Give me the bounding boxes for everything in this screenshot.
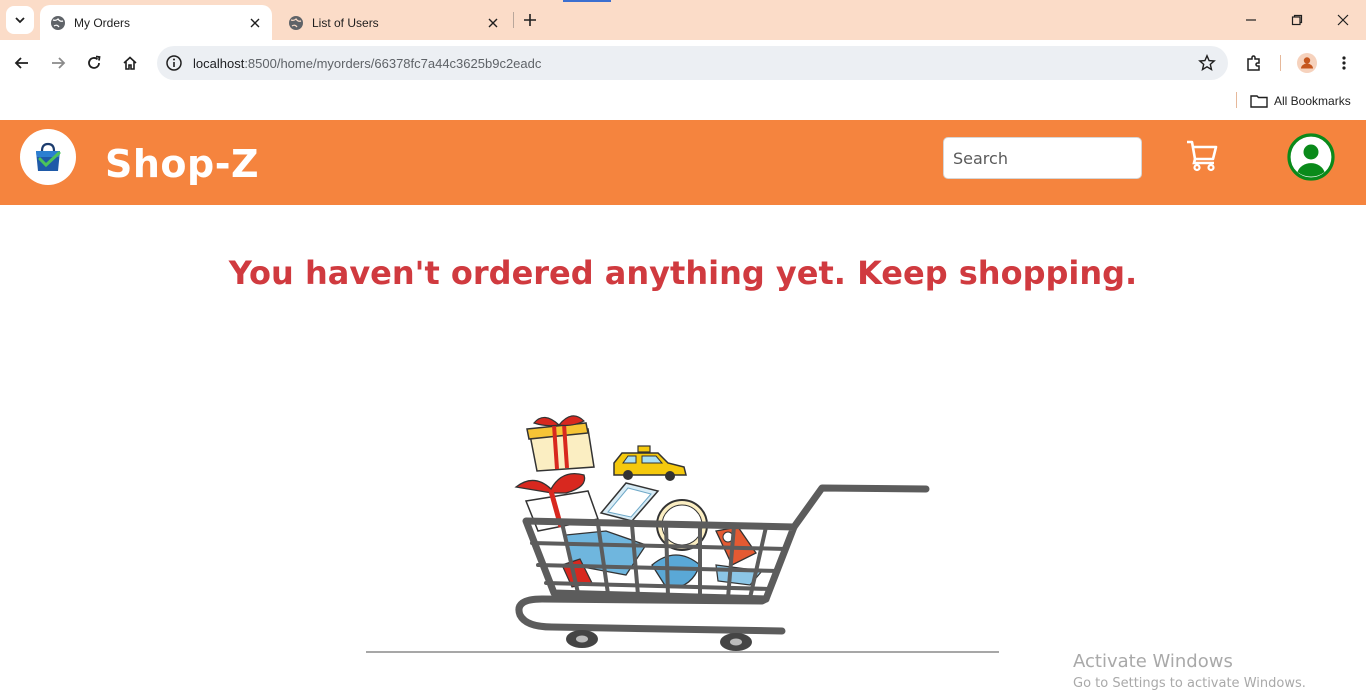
empty-cart-illustration [366,415,999,653]
smartphone [599,482,660,522]
watermark-title: Activate Windows [1073,651,1233,672]
home-button[interactable] [116,49,144,77]
toy-taxi [613,445,687,481]
tab-label: List of Users [312,15,379,30]
close-window-button[interactable] [1320,0,1366,40]
close-icon [1337,14,1349,26]
all-bookmarks-button[interactable]: All Bookmarks [1250,91,1351,111]
extensions-button[interactable] [1240,49,1268,77]
restore-button[interactable] [1274,0,1320,40]
minimize-button[interactable] [1228,0,1274,40]
brand-logo[interactable] [20,129,76,185]
user-circle-icon [1287,133,1335,181]
arrow-left-icon [14,57,28,69]
bookmarks-bar: All Bookmarks [0,86,1366,120]
info-icon[interactable] [165,54,183,72]
toolbar-divider [1280,55,1281,71]
tab-list-of-users[interactable]: List of Users [278,5,510,40]
puzzle-icon [1247,55,1260,71]
windows-activation-watermark: Activate Windows Go to Settings to activ… [1073,651,1306,691]
url-path: :8500/home/myorders/66378fc7a44c3625b9c2… [244,56,542,71]
plus-icon [524,14,536,26]
back-button[interactable] [8,49,36,77]
profile-button[interactable] [1287,133,1335,181]
tab-divider [513,12,514,28]
tab-search-button[interactable] [6,6,34,34]
globe-icon [288,15,304,31]
url-text[interactable]: localhost:8500/home/myorders/66378fc7a44… [193,56,541,71]
url-host: localhost [193,56,245,71]
gift-box [526,415,595,472]
avatar-icon [1297,53,1317,73]
chevron-down-icon [15,17,25,24]
profile-menu-button[interactable] [1293,49,1321,77]
tab-loading-indicator [563,0,611,2]
close-tab-icon[interactable] [484,14,502,32]
forward-button[interactable] [44,49,72,77]
bookmark-star-icon[interactable] [1198,54,1216,72]
cart-button[interactable] [1185,138,1221,172]
restore-icon [1291,14,1303,26]
tab-my-orders[interactable]: My Orders [40,5,272,40]
tab-label: My Orders [74,15,131,30]
browser-tabstrip: My Orders List of Users [0,0,1366,40]
home-icon [123,56,137,70]
folder-icon [1250,95,1268,108]
brand-name[interactable]: Shop-Z [105,142,259,186]
globe-icon [50,15,66,31]
search-input[interactable] [943,137,1142,179]
browser-toolbar: localhost:8500/home/myorders/66378fc7a44… [0,40,1366,86]
bookmarks-divider [1236,92,1237,108]
address-bar[interactable]: localhost:8500/home/myorders/66378fc7a44… [157,46,1228,80]
watermark-subtitle: Go to Settings to activate Windows. [1073,676,1306,691]
cart-icon [1187,140,1218,172]
all-bookmarks-label: All Bookmarks [1274,94,1351,108]
arrow-right-icon [52,57,66,69]
browser-menu-button[interactable] [1330,49,1358,77]
app-header: Shop-Z [0,120,1366,205]
shopping-bag-icon [36,142,61,171]
close-tab-icon[interactable] [246,14,264,32]
empty-orders-message: You haven't ordered anything yet. Keep s… [228,254,1138,292]
reload-icon [88,55,101,69]
reload-button[interactable] [80,49,108,77]
more-vert-icon [1342,56,1346,70]
minimize-icon [1246,19,1256,21]
new-tab-button[interactable] [518,8,542,32]
